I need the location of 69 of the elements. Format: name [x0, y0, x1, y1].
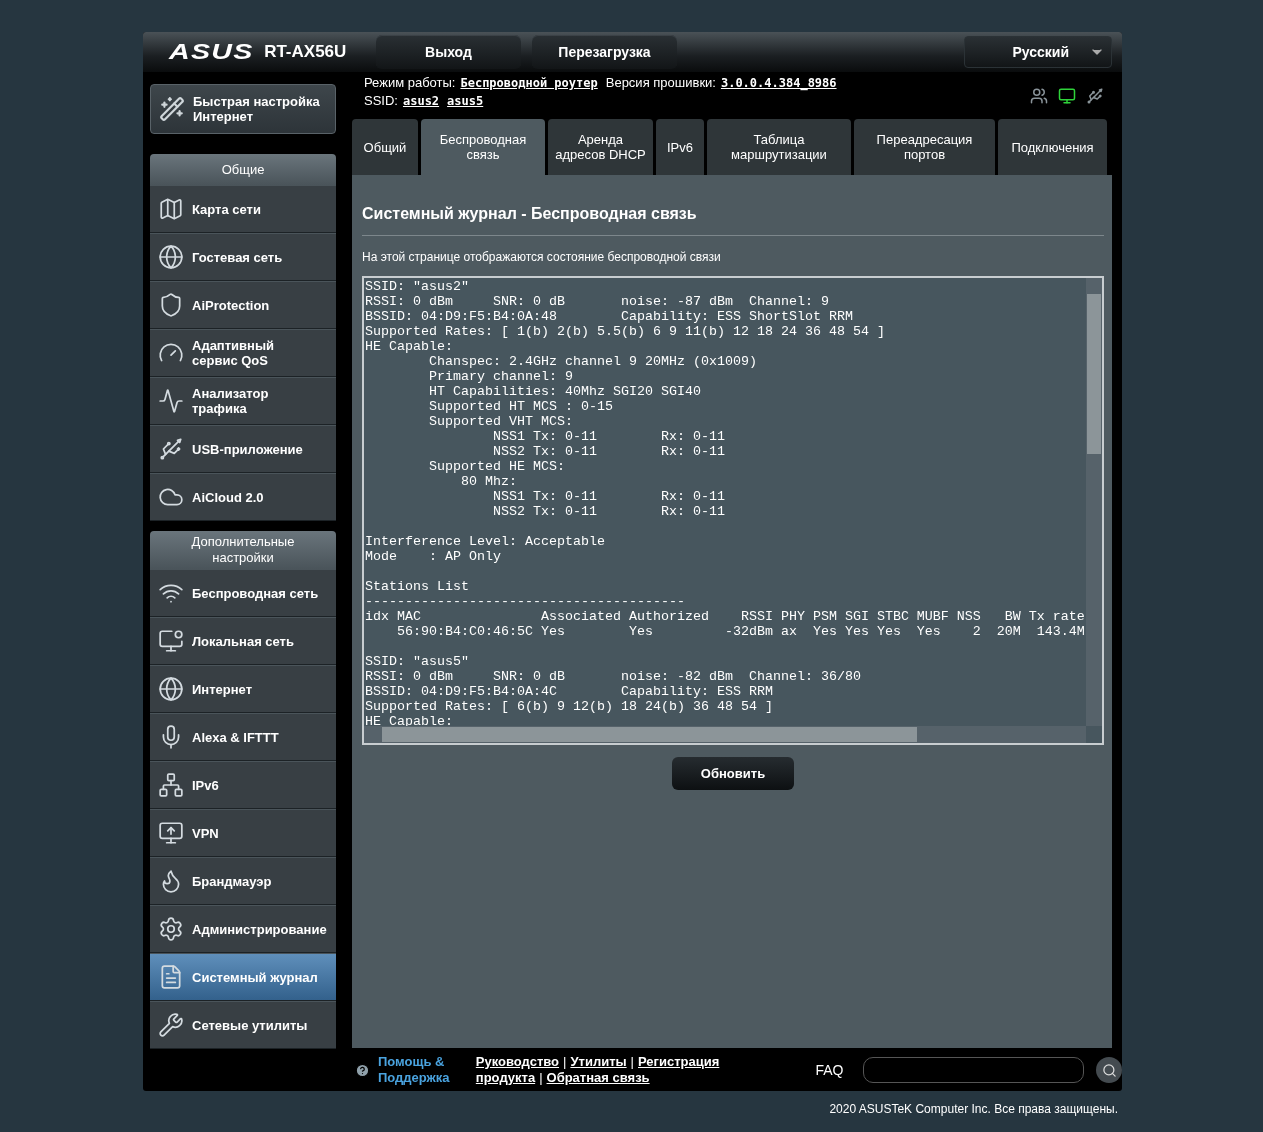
sidebar-item[interactable]: Гостевая сеть	[150, 233, 336, 281]
mode-link[interactable]: Беспроводной роутер	[460, 76, 598, 90]
monitor-icon	[158, 820, 184, 846]
brand-logo: ASUS	[169, 39, 254, 65]
monitor-icon[interactable]	[1058, 87, 1076, 105]
logout-button[interactable]: Выход	[376, 35, 521, 69]
help-icon	[355, 1062, 370, 1078]
ssid-link[interactable]: asus2	[402, 94, 440, 108]
search-icon	[1101, 1062, 1117, 1078]
refresh-button[interactable]: Обновить	[672, 757, 794, 790]
sidebar-item[interactable]: Alexa & IFTTT	[150, 713, 336, 761]
sidebar-item[interactable]: Сетевые утилиты	[150, 1001, 336, 1049]
ssid-link[interactable]: asus5	[447, 94, 484, 108]
sidebar-item[interactable]: Беспроводная сеть	[150, 569, 336, 617]
quick-setup-button[interactable]: Быстрая настройка Интернет	[150, 84, 336, 134]
log-text: SSID: "asus2" RSSI: 0 dBm SNR: 0 dB noise: -87 dBm Channel: 9 BSSID: 04:D9:F5:B4:0A:48 Capability: ESS ShortSlot RRM Supported Rates: [ 1(b) 2(b) 5.5(b) 6 9 11(b) 12 18 24 36 48 54 ] HE Capable: Chanspec: 2.4GHz channel 9 20MHz (0x1009) Primary channel: 9 HT Capabilities: 40Mhz SGI20 SGI40 Supported HT MCS : 0-15 Supported VHT MCS: NSS1 Tx: 0-11 Rx: 0-11 NSS2 Tx: 0-11 Rx: 0-11 Supported HE MCS: 80 Mhz: NSS1 Tx: 0-11 Rx: 0-11 NSS2 Tx: 0-11 Rx: 0-11 Interference Level: Acceptable Mode : AP Only Stations List ---------------------------------------- idx MAC Associated Authorized RSSI PHY PSM SGI STBC MUBF NSS BW Tx rate 56:90:B4:C0:46:5C Yes Yes -32dBm ax Yes Yes Yes Yes 2 20M 143.4M SSID: "asus5" RSSI: 0 dBm SNR: 0 dB noise: -82 dBm Channel: 36/80 BSSID: 04:D9:F5:B4:0A:4C Capability: ESS RRM Supported Rates: [ 6(b) 9 12(b) 18 24(b) 36 48 54 ] HE Capable:	[364, 278, 1086, 729]
globe-icon	[158, 676, 184, 702]
pulse-icon	[158, 388, 184, 414]
tab[interactable]: Аренда адресов DHCP	[548, 119, 653, 175]
wrench-icon	[158, 1012, 184, 1038]
users-icon[interactable]	[1030, 87, 1048, 105]
sidebar-item[interactable]: Системный журнал	[150, 953, 336, 1001]
page-title: Системный журнал - Беспроводная связь	[362, 205, 1104, 236]
usb-icon[interactable]	[1086, 87, 1104, 105]
ssid-label: SSID:	[364, 93, 398, 108]
tab[interactable]: Переадресация портов	[854, 119, 995, 175]
faq-label: FAQ	[815, 1062, 844, 1078]
sidebar-item[interactable]: AiCloud 2.0	[150, 473, 336, 521]
shield-icon	[158, 292, 184, 318]
tab[interactable]: Общий	[352, 119, 418, 175]
map-icon	[158, 196, 184, 222]
mode-label: Режим работы:	[364, 75, 456, 90]
globe-icon	[158, 244, 184, 270]
sidebar-item[interactable]: IPv6	[150, 761, 336, 809]
sidebar-item[interactable]: Брандмауэр	[150, 857, 336, 905]
firmware-label: Версия прошивки:	[605, 75, 716, 90]
sidebar-item[interactable]: Локальная сеть	[150, 617, 336, 665]
document-icon	[158, 964, 184, 990]
firmware-link[interactable]: 3.0.0.4.384_8986	[720, 76, 837, 90]
sidebar-item[interactable]: Карта сети	[150, 185, 336, 233]
help-link[interactable]: Помощь & Поддержка	[377, 1054, 468, 1086]
gear-icon	[158, 916, 184, 942]
scrollbar[interactable]	[1086, 278, 1102, 726]
search-button[interactable]	[1096, 1057, 1122, 1083]
model-name: RT-AX56U	[264, 42, 347, 62]
reboot-button[interactable]: Перезагрузка	[532, 35, 677, 69]
faq-search-field[interactable]	[863, 1057, 1085, 1083]
sidebar-item[interactable]: AiProtection	[150, 281, 336, 329]
tab[interactable]: IPv6	[656, 119, 704, 175]
tab[interactable]: Таблица маршрутизации	[707, 119, 851, 175]
scrollbar[interactable]	[364, 726, 1086, 743]
page-description: На этой странице отображаются состояние беспроводной связи	[362, 250, 722, 264]
sidebar-item[interactable]: Адаптивный сервис QoS	[150, 329, 336, 377]
monitor-icon	[158, 628, 184, 654]
wand-icon	[159, 96, 185, 122]
tab[interactable]: Беспроводная связь	[421, 119, 545, 175]
copyright-text: 2020 ASUSTeK Computer Inc. Все права защищены.	[828, 1101, 1119, 1116]
sidebar-item[interactable]: USB-приложение	[150, 425, 336, 473]
sidebar-item[interactable]: Интернет	[150, 665, 336, 713]
usb-icon	[158, 436, 184, 462]
sidebar-item[interactable]: Администрирование	[150, 905, 336, 953]
network-icon	[158, 772, 184, 798]
sidebar-item[interactable]: VPN	[150, 809, 336, 857]
tab[interactable]: Подключения	[998, 119, 1107, 175]
sidebar-heading: Общие	[150, 154, 336, 185]
sidebar-heading: Дополнительные настройки	[150, 531, 336, 569]
footer-links[interactable]: Руководство | Утилиты | Регистрация продукта | Обратная связь	[475, 1054, 746, 1086]
sidebar-item[interactable]: Анализатор трафика	[150, 377, 336, 425]
language-select[interactable]: Русский	[964, 36, 1112, 68]
